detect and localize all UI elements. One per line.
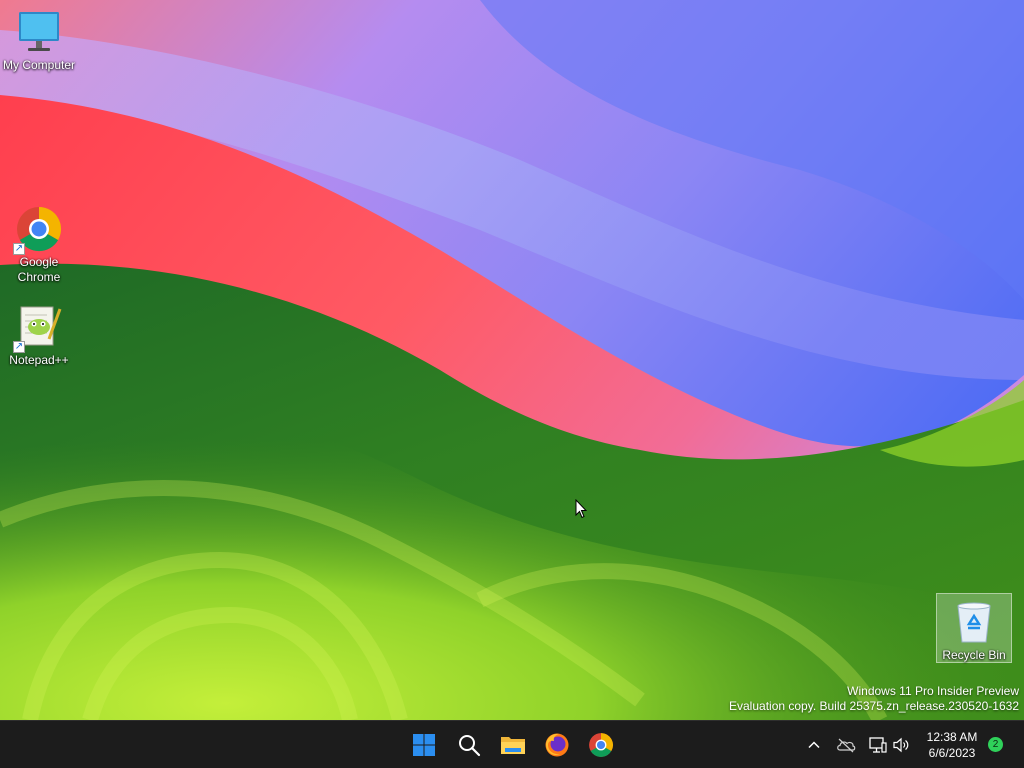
- search-button[interactable]: [451, 727, 487, 763]
- volume-icon: [893, 737, 909, 753]
- clock-date: 6/6/2023: [928, 746, 976, 760]
- network-icon: [869, 737, 887, 753]
- tray-network[interactable]: [866, 733, 890, 757]
- tray-onedrive[interactable]: [834, 733, 858, 757]
- taskbar-firefox[interactable]: [539, 727, 575, 763]
- search-icon: [459, 735, 481, 757]
- file-explorer-icon: [501, 737, 525, 754]
- taskbar-file-explorer[interactable]: [495, 727, 531, 763]
- desktop-icon-my-computer[interactable]: My Computer: [1, 8, 77, 73]
- desktop-icon-label: My Computer: [2, 58, 76, 72]
- mouse-cursor-icon: [575, 499, 587, 519]
- monitor-icon: [15, 8, 63, 56]
- desktop-icon-label: Recycle Bin: [942, 648, 1006, 662]
- taskbar: 12:38 AM 6/6/2023 2: [0, 720, 1024, 768]
- taskbar-chrome[interactable]: [583, 727, 619, 763]
- desktop-icon-label: Notepad++: [9, 353, 69, 367]
- desktop[interactable]: My Computer ↗ Google Chrome ↗ Notepad++ …: [0, 0, 1024, 720]
- desktop-icon-notepad-plus-plus[interactable]: ↗ Notepad++: [1, 303, 77, 368]
- chrome-icon: ↗: [13, 205, 63, 255]
- show-hidden-icons-button[interactable]: [802, 733, 826, 757]
- desktop-icon-google-chrome[interactable]: ↗ Google Chrome: [1, 205, 77, 285]
- watermark-edition: Windows 11 Pro Insider Preview: [847, 684, 1019, 698]
- start-button[interactable]: [406, 727, 442, 763]
- notification-badge[interactable]: 2: [988, 737, 1003, 752]
- recycle-bin-icon: [950, 598, 998, 646]
- watermark-build: Evaluation copy. Build 25375.zn_release.…: [729, 699, 1019, 713]
- clock-time: 12:38 AM: [926, 730, 978, 744]
- shortcut-arrow-icon: ↗: [13, 341, 25, 353]
- chevron-up-icon: [808, 741, 820, 749]
- taskbar-clock[interactable]: 12:38 AM 6/6/2023: [920, 729, 984, 761]
- firefox-icon: [545, 733, 569, 757]
- wallpaper: [0, 0, 1024, 720]
- tray-volume[interactable]: [889, 733, 913, 757]
- windows-watermark: Windows 11 Pro Insider Preview Evaluatio…: [729, 684, 1019, 714]
- desktop-icon-label: Google Chrome: [17, 255, 61, 284]
- windows-start-icon: [413, 734, 435, 756]
- notepad-plus-plus-icon: ↗: [13, 303, 63, 353]
- desktop-icon-recycle-bin[interactable]: Recycle Bin: [936, 593, 1012, 663]
- chrome-icon: [589, 733, 613, 757]
- shortcut-arrow-icon: ↗: [13, 243, 25, 255]
- onedrive-offline-icon: [837, 738, 856, 753]
